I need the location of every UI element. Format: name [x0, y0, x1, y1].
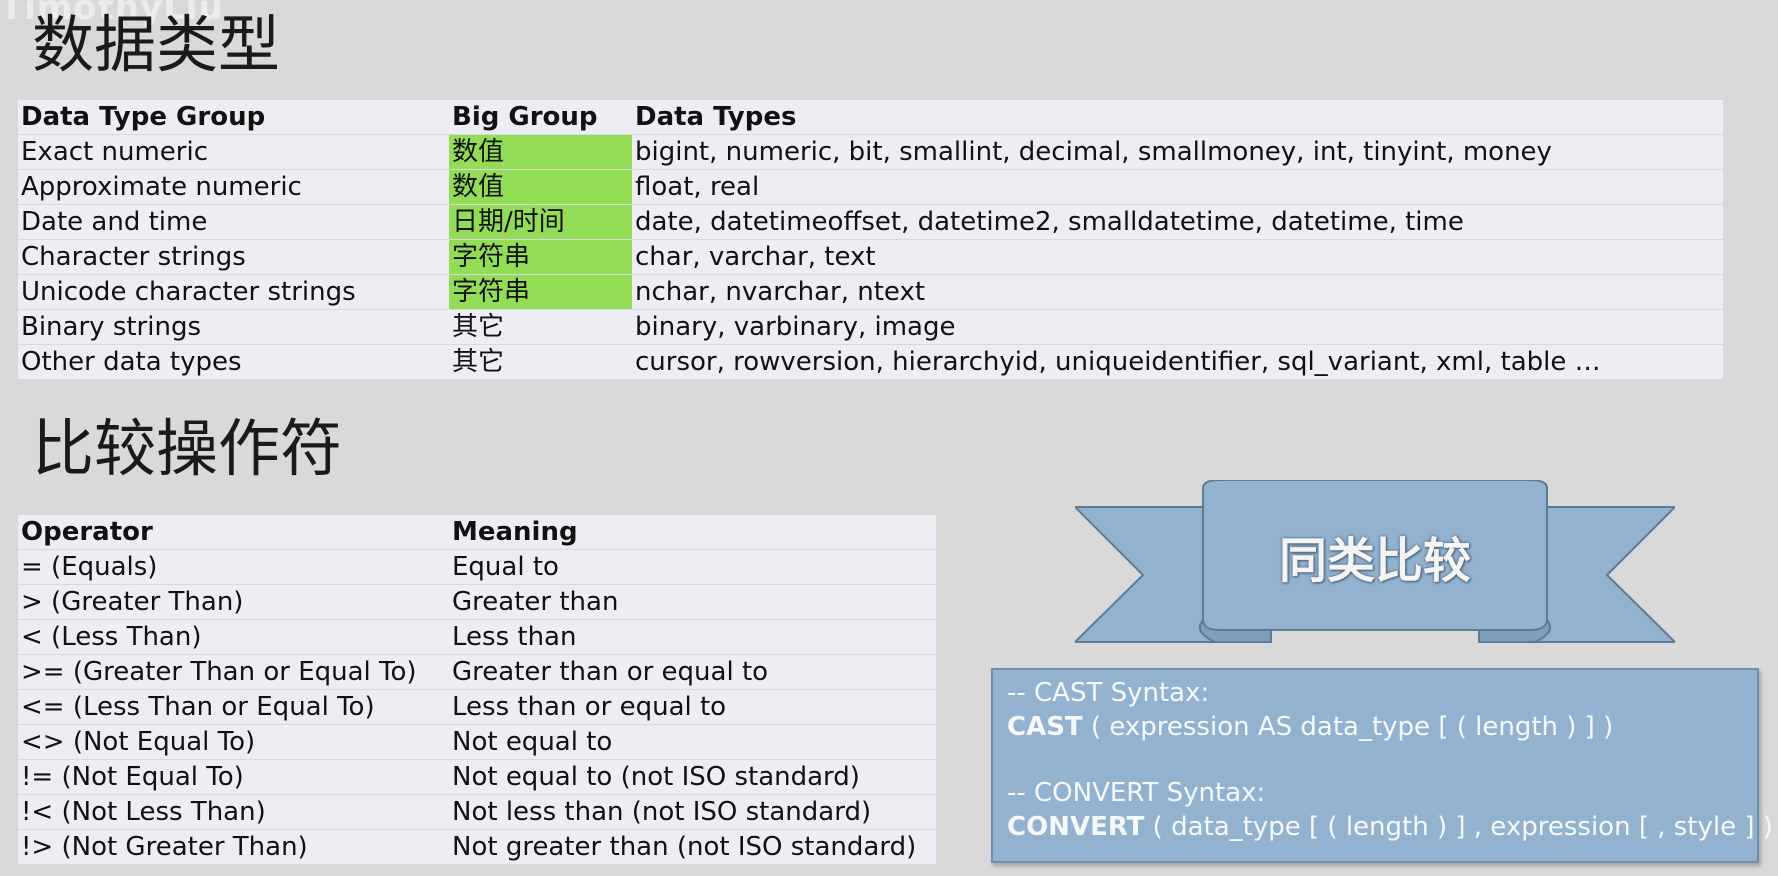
meaning-cell: Less than — [449, 619, 936, 655]
header-big-group: Big Group — [449, 100, 632, 135]
data-type-group-cell: Binary strings — [18, 309, 449, 345]
table-row: Date and time 日期/时间 date, datetimeoffset, … — [18, 204, 1723, 240]
data-types-cell: float, real — [632, 169, 1723, 205]
table-row: > (Greater Than) Greater than — [18, 584, 936, 620]
comparison-operators-heading: 比较操作符 — [32, 412, 343, 485]
big-group-cell: 数值 — [449, 134, 632, 170]
meaning-cell: Not less than (not ISO standard) — [449, 794, 936, 830]
big-group-cell: 字符串 — [449, 239, 632, 275]
data-type-group-cell: Date and time — [18, 204, 449, 240]
cast-comment: -- CAST Syntax: — [1007, 678, 1210, 708]
operator-cell: <> (Not Equal To) — [18, 724, 449, 760]
meaning-cell: Equal to — [449, 549, 936, 585]
table-row: Unicode character strings 字符串 nchar, nvarc… — [18, 274, 1723, 310]
data-types-cell: bigint, numeric, bit, smallint, decimal,… — [632, 134, 1723, 170]
header-meaning: Meaning — [449, 515, 936, 550]
operator-cell: > (Greater Than) — [18, 584, 449, 620]
meaning-cell: Greater than — [449, 584, 936, 620]
table-row: = (Equals) Equal to — [18, 549, 936, 585]
table-row: !< (Not Less Than) Not less than (not ISO… — [18, 794, 936, 830]
big-group-cell: 其它 — [449, 309, 632, 345]
table-row: Other data types 其它 cursor, rowversion, hi… — [18, 344, 1723, 380]
big-group-cell: 其它 — [449, 344, 632, 380]
data-type-group-cell: Character strings — [18, 239, 449, 275]
operator-cell: <= (Less Than or Equal To) — [18, 689, 449, 725]
convert-arguments: ( data_type [ ( length ) ] , expression … — [1144, 812, 1773, 842]
big-group-cell: 字符串 — [449, 274, 632, 310]
meaning-cell: Not equal to — [449, 724, 936, 760]
big-group-cell: 数值 — [449, 169, 632, 205]
data-types-cell: date, datetimeoffset, datetime2, smallda… — [632, 204, 1723, 240]
operator-cell: >= (Greater Than or Equal To) — [18, 654, 449, 690]
data-type-group-cell: Unicode character strings — [18, 274, 449, 310]
table-header-row: Data Type Group Big Group Data Types — [18, 100, 1723, 135]
header-data-type-group: Data Type Group — [18, 100, 449, 135]
data-type-group-cell: Exact numeric — [18, 134, 449, 170]
table-row: <= (Less Than or Equal To) Less than or e… — [18, 689, 936, 725]
data-types-cell: cursor, rowversion, hierarchyid, uniquei… — [632, 344, 1723, 380]
data-type-group-cell: Other data types — [18, 344, 449, 380]
big-group-cell: 日期/时间 — [449, 204, 632, 240]
header-operator: Operator — [18, 515, 449, 550]
operators-table: Operator Meaning = (Equals) Equal to > (Gr… — [18, 515, 936, 865]
operator-cell: < (Less Than) — [18, 619, 449, 655]
meaning-cell: Not greater than (not ISO standard) — [449, 829, 936, 865]
cast-keyword: CAST — [1007, 712, 1083, 742]
table-row: < (Less Than) Less than — [18, 619, 936, 655]
data-types-cell: char, varchar, text — [632, 239, 1723, 275]
table-row: Exact numeric 数值 bigint, numeric, bit, sma… — [18, 134, 1723, 170]
convert-keyword: CONVERT — [1007, 812, 1145, 842]
table-row: Binary strings 其它 binary, varbinary, image — [18, 309, 1723, 345]
cast-arguments: ( expression AS data_type [ ( length ) ]… — [1082, 712, 1614, 742]
table-row: != (Not Equal To) Not equal to (not ISO s… — [18, 759, 936, 795]
data-types-table: Data Type Group Big Group Data Types Exa… — [18, 100, 1723, 380]
operator-cell: = (Equals) — [18, 549, 449, 585]
data-types-heading: 数据类型 — [32, 8, 281, 81]
table-row: Approximate numeric 数值 float, real — [18, 169, 1723, 205]
convert-syntax-line: CONVERT ( data_type [ ( length ) ] , exp… — [1007, 810, 1773, 844]
convert-comment: -- CONVERT Syntax: — [1007, 778, 1266, 808]
table-row: >= (Greater Than or Equal To) Greater tha… — [18, 654, 936, 690]
data-types-cell: binary, varbinary, image — [632, 309, 1723, 345]
data-types-cell: nchar, nvarchar, ntext — [632, 274, 1723, 310]
syntax-box: -- CAST Syntax: CAST ( expression AS dat… — [991, 668, 1773, 863]
header-data-types: Data Types — [632, 100, 1723, 135]
cast-syntax-line: CAST ( expression AS data_type [ ( lengt… — [1007, 710, 1743, 744]
banner-text: 同类比较 — [1278, 533, 1471, 589]
table-row: Character strings 字符串 char, varchar, text — [18, 239, 1723, 275]
table-row: <> (Not Equal To) Not equal to — [18, 724, 936, 760]
meaning-cell: Less than or equal to — [449, 689, 936, 725]
operator-cell: !> (Not Greater Than) — [18, 829, 449, 865]
meaning-cell: Greater than or equal to — [449, 654, 936, 690]
meaning-cell: Not equal to (not ISO standard) — [449, 759, 936, 795]
table-row: !> (Not Greater Than) Not greater than (n… — [18, 829, 936, 865]
operator-cell: !< (Not Less Than) — [18, 794, 449, 830]
data-type-group-cell: Approximate numeric — [18, 169, 449, 205]
operator-cell: != (Not Equal To) — [18, 759, 449, 795]
table-header-row: Operator Meaning — [18, 515, 936, 550]
